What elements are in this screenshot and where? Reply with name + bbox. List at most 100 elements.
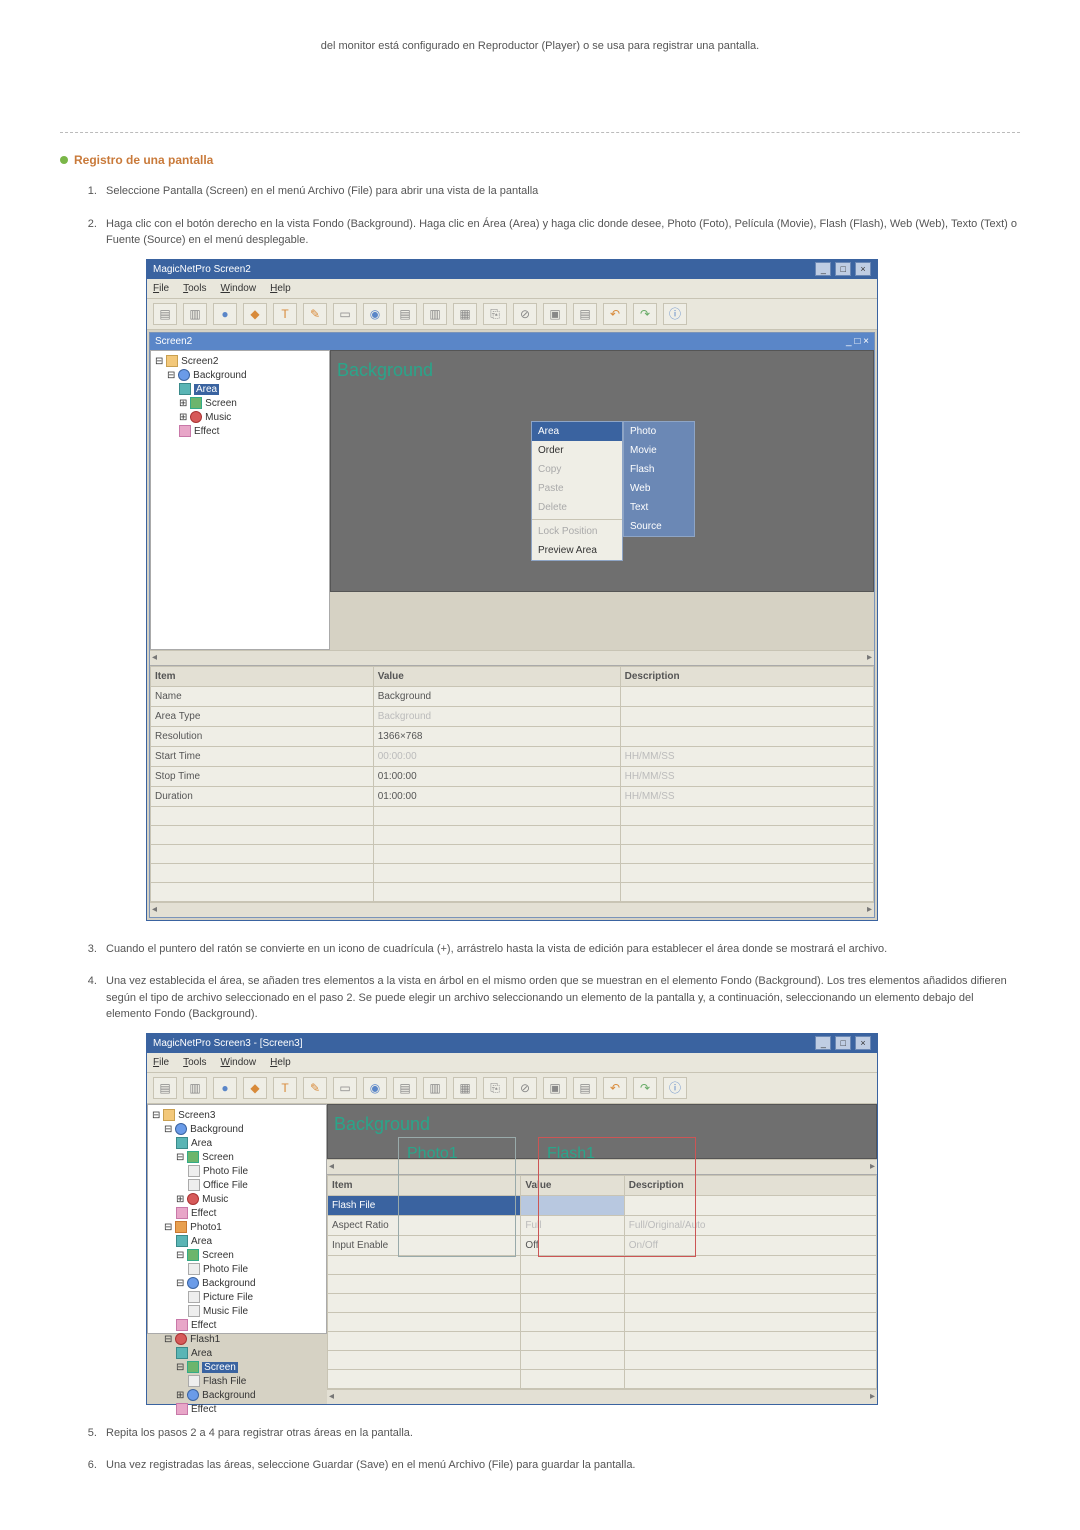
cell[interactable] bbox=[373, 844, 620, 863]
tb-btn[interactable]: ⓘ bbox=[663, 1077, 687, 1099]
window-controls[interactable]: _ □ × bbox=[814, 1036, 871, 1051]
tree-node-effect[interactable]: Effect bbox=[155, 425, 325, 439]
tree-node[interactable]: ⊟ Photo1 bbox=[152, 1221, 322, 1235]
cell[interactable]: Area Type bbox=[151, 706, 374, 726]
tb-btn[interactable]: ↷ bbox=[633, 1077, 657, 1099]
tree-node[interactable]: ⊟ Background bbox=[152, 1277, 322, 1291]
cell[interactable] bbox=[521, 1255, 624, 1274]
sub-web[interactable]: Web bbox=[624, 479, 694, 498]
canvas-tile-photo1[interactable]: Photo1 bbox=[398, 1137, 516, 1257]
cell[interactable] bbox=[624, 1369, 876, 1388]
tb-btn[interactable]: ▣ bbox=[543, 303, 567, 325]
cell[interactable] bbox=[328, 1331, 521, 1350]
sub-source[interactable]: Source bbox=[624, 517, 694, 536]
tb-btn[interactable]: ↶ bbox=[603, 303, 627, 325]
minimize-icon[interactable]: _ bbox=[846, 336, 852, 347]
tree-node[interactable]: ⊟ Screen bbox=[152, 1249, 322, 1263]
context-submenu[interactable]: Photo Movie Flash Web Text Source bbox=[623, 421, 695, 537]
tree-node[interactable]: Area bbox=[152, 1347, 322, 1361]
cell[interactable] bbox=[521, 1274, 624, 1293]
menubar[interactable]: File Tools Window Help bbox=[147, 279, 877, 298]
tree-node[interactable]: ⊞ Music bbox=[152, 1193, 322, 1207]
cell[interactable] bbox=[521, 1331, 624, 1350]
tb-btn[interactable]: ▤ bbox=[393, 303, 417, 325]
cell[interactable] bbox=[620, 806, 873, 825]
cell[interactable] bbox=[624, 1331, 876, 1350]
canvas-tile-flash1[interactable]: Flash1 bbox=[538, 1137, 696, 1257]
tb-btn[interactable]: T bbox=[273, 1077, 297, 1099]
tb-btn[interactable]: ▤ bbox=[573, 303, 597, 325]
tree-node[interactable]: ⊟ Flash1 bbox=[152, 1333, 322, 1347]
tb-btn[interactable]: ▥ bbox=[423, 1077, 447, 1099]
tree-node[interactable]: Effect bbox=[152, 1403, 322, 1417]
menu-tools[interactable]: Tools bbox=[183, 1055, 206, 1070]
tb-btn[interactable]: ✎ bbox=[303, 303, 327, 325]
cell[interactable]: Background bbox=[373, 706, 620, 726]
tree-node[interactable]: Office File bbox=[152, 1179, 322, 1193]
tb-btn[interactable]: ✎ bbox=[303, 1077, 327, 1099]
cell[interactable]: 00:00:00 bbox=[373, 746, 620, 766]
cell[interactable]: Resolution bbox=[151, 726, 374, 746]
tb-btn[interactable]: ◉ bbox=[363, 1077, 387, 1099]
tb-btn[interactable]: ▦ bbox=[453, 1077, 477, 1099]
tb-btn[interactable]: ◉ bbox=[363, 303, 387, 325]
tb-btn[interactable]: ● bbox=[213, 303, 237, 325]
tb-btn[interactable]: ▤ bbox=[153, 1077, 177, 1099]
tree-node-bg[interactable]: ⊟ Background bbox=[155, 369, 325, 383]
inner-titlebar[interactable]: Screen2 _ □ × bbox=[150, 333, 874, 350]
tb-btn[interactable]: T bbox=[273, 303, 297, 325]
cell[interactable]: Start Time bbox=[151, 746, 374, 766]
tree-node[interactable]: Effect bbox=[152, 1207, 322, 1221]
sub-text[interactable]: Text bbox=[624, 498, 694, 517]
tb-btn[interactable]: ▦ bbox=[453, 303, 477, 325]
ctx-preview[interactable]: Preview Area bbox=[532, 541, 622, 560]
menu-help[interactable]: Help bbox=[270, 1055, 291, 1070]
tb-btn[interactable]: ◆ bbox=[243, 303, 267, 325]
tree-node[interactable]: ⊞ Background bbox=[152, 1389, 322, 1403]
cell[interactable] bbox=[624, 1293, 876, 1312]
window-controls[interactable]: _ □ × bbox=[814, 262, 871, 277]
tb-btn[interactable]: ▤ bbox=[573, 1077, 597, 1099]
h-scrollbar[interactable]: ◂▸ bbox=[150, 650, 874, 665]
cell[interactable] bbox=[624, 1312, 876, 1331]
properties-grid[interactable]: Item Value Description NameBackground Ar… bbox=[150, 665, 874, 917]
minimize-icon[interactable]: _ bbox=[815, 1036, 831, 1050]
cell[interactable] bbox=[328, 1312, 521, 1331]
tree-node[interactable]: ⊟ Background bbox=[152, 1123, 322, 1137]
tree-node-root[interactable]: ⊟ Screen2 bbox=[155, 355, 325, 369]
cell[interactable]: 01:00:00 bbox=[373, 786, 620, 806]
tree-node[interactable]: Photo File bbox=[152, 1165, 322, 1179]
h-scrollbar[interactable]: ◂▸ bbox=[150, 902, 874, 917]
maximize-icon[interactable]: □ bbox=[854, 336, 860, 347]
cell[interactable] bbox=[521, 1312, 624, 1331]
cell[interactable]: HH/MM/SS bbox=[620, 766, 873, 786]
cell[interactable] bbox=[521, 1293, 624, 1312]
context-menu[interactable]: Area Order Copy Paste Delete Lock Positi… bbox=[531, 421, 623, 561]
close-icon[interactable]: × bbox=[855, 1036, 871, 1050]
tb-btn[interactable]: ⊘ bbox=[513, 303, 537, 325]
close-icon[interactable]: × bbox=[863, 336, 869, 347]
tb-btn[interactable]: ▤ bbox=[393, 1077, 417, 1099]
tree-node[interactable]: Music File bbox=[152, 1305, 322, 1319]
cell[interactable]: 1366×768 bbox=[373, 726, 620, 746]
menubar[interactable]: File Tools Window Help bbox=[147, 1053, 877, 1072]
canvas-area[interactable]: Background Area Order Copy Paste Delete … bbox=[330, 350, 874, 592]
cell[interactable] bbox=[328, 1293, 521, 1312]
tb-btn[interactable]: ▥ bbox=[183, 303, 207, 325]
tree-node[interactable]: ⊟ Screen bbox=[152, 1361, 322, 1375]
tree-node[interactable]: Picture File bbox=[152, 1291, 322, 1305]
cell[interactable]: HH/MM/SS bbox=[620, 746, 873, 766]
cell[interactable] bbox=[328, 1255, 521, 1274]
tree-node-root[interactable]: ⊟ Screen3 bbox=[152, 1109, 322, 1123]
tb-btn[interactable]: ● bbox=[213, 1077, 237, 1099]
canvas-area[interactable]: Background Photo1 Flash1 bbox=[327, 1104, 877, 1159]
tree-node[interactable]: Effect bbox=[152, 1319, 322, 1333]
maximize-icon[interactable]: □ bbox=[835, 1036, 851, 1050]
cell[interactable] bbox=[373, 863, 620, 882]
toolbar[interactable]: ▤ ▥ ● ◆ T ✎ ▭ ◉ ▤ ▥ ▦ ⎘ ⊘ ▣ ▤ ↶ ↷ ⓘ bbox=[147, 298, 877, 330]
tree-panel[interactable]: ⊟ Screen3 ⊟ Background Area ⊟ Screen Pho… bbox=[147, 1104, 327, 1334]
cell[interactable] bbox=[624, 1274, 876, 1293]
cell[interactable] bbox=[620, 844, 873, 863]
menu-file[interactable]: File bbox=[153, 281, 169, 296]
toolbar[interactable]: ▤ ▥ ● ◆ T ✎ ▭ ◉ ▤ ▥ ▦ ⎘ ⊘ ▣ ▤ ↶ ↷ ⓘ bbox=[147, 1072, 877, 1104]
